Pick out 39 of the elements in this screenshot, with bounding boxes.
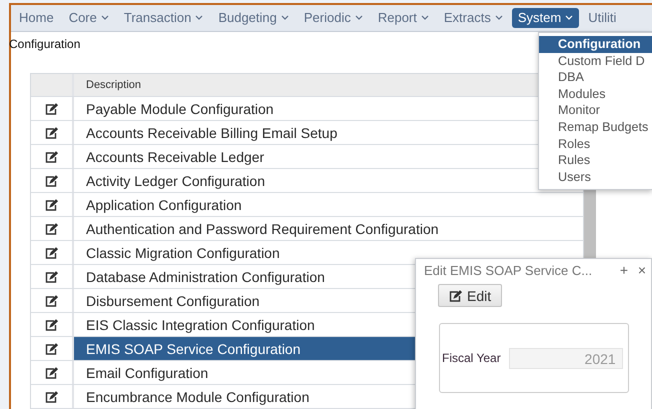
menu-item[interactable]: Transaction bbox=[118, 8, 210, 28]
menu-item[interactable]: Home bbox=[13, 8, 60, 28]
edit-icon[interactable] bbox=[45, 222, 58, 234]
edit-icon[interactable] bbox=[45, 342, 58, 354]
edit-icon[interactable] bbox=[45, 126, 58, 138]
edit-icon bbox=[449, 290, 462, 302]
dropdown-item[interactable]: Configuration bbox=[539, 36, 652, 53]
table-cell[interactable]: Classic Migration Configuration bbox=[74, 241, 583, 264]
menu-item[interactable]: Core bbox=[62, 8, 115, 28]
edit-icon[interactable] bbox=[45, 318, 58, 330]
dropdown-item[interactable]: Modules bbox=[539, 86, 652, 102]
edit-icon[interactable] bbox=[45, 102, 58, 114]
dropdown-item[interactable]: Remap Budgets bbox=[539, 118, 652, 136]
maximize-button[interactable]: + bbox=[615, 262, 633, 278]
menu-item[interactable]: Utiliti bbox=[582, 8, 622, 28]
edit-icon[interactable] bbox=[45, 150, 58, 162]
menu-item[interactable]: Periodic bbox=[298, 8, 369, 28]
table-cell[interactable]: Authentication and Password Requirement Configuration bbox=[74, 217, 583, 240]
dropdown-item[interactable]: DBA bbox=[539, 69, 652, 86]
dialog-title: Edit EMIS SOAP Service C... bbox=[424, 262, 594, 278]
menu-item[interactable]: Budgeting bbox=[212, 8, 295, 28]
dropdown-item[interactable]: Monitor bbox=[539, 102, 652, 119]
menu-item[interactable]: Report bbox=[372, 8, 435, 28]
dropdown-item[interactable]: Rules bbox=[539, 152, 652, 169]
edit-icon[interactable] bbox=[45, 198, 58, 210]
edit-icon[interactable] bbox=[45, 294, 58, 306]
edit-icon[interactable] bbox=[45, 270, 58, 282]
edit-icon[interactable] bbox=[45, 174, 58, 186]
edit-button[interactable]: Edit bbox=[438, 284, 502, 307]
edit-icon[interactable] bbox=[45, 366, 58, 378]
menu-item[interactable]: Extracts bbox=[438, 8, 509, 28]
edit-icon[interactable] bbox=[45, 246, 58, 258]
dropdown-item[interactable]: Roles bbox=[539, 136, 652, 152]
table-cell[interactable]: Application Configuration bbox=[74, 193, 583, 216]
dropdown-item[interactable]: Custom Field D bbox=[539, 52, 652, 70]
menu-item[interactable]: System bbox=[512, 8, 580, 28]
close-button[interactable]: × bbox=[633, 262, 651, 278]
dropdown-item[interactable]: Users bbox=[539, 168, 652, 186]
edit-icon[interactable] bbox=[45, 390, 58, 402]
